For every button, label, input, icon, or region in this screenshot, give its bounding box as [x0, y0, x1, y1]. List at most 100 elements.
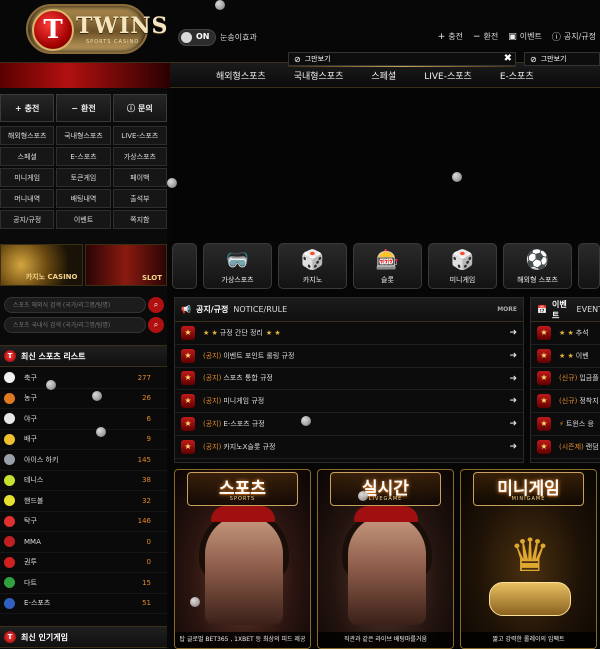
- search-icon[interactable]: ⌕: [148, 297, 164, 313]
- item-text: 카지노X슬롯 규정: [223, 442, 276, 451]
- category-overseas-sports[interactable]: ⚽ 해외형 스포츠: [503, 243, 572, 289]
- nav-item-domestic-sports[interactable]: 국내형스포츠: [294, 69, 344, 82]
- sidebar-banners: 카지노 CASINO SLOT: [0, 244, 167, 286]
- category-minigame[interactable]: 🎲 미니게임: [428, 243, 497, 289]
- menu-item[interactable]: 공지/규정: [0, 210, 55, 229]
- snowflake: [167, 178, 177, 188]
- sport-name: 배구: [24, 435, 37, 444]
- promo-sports[interactable]: 스포츠 SPORTS 탑 글로벌 BET365 , 1XBET 등 최상의 피드…: [174, 469, 311, 649]
- category-slot[interactable]: 🎰 슬롯: [353, 243, 422, 289]
- menu-item[interactable]: 출석부: [112, 189, 167, 208]
- menu-item[interactable]: 해외형스포츠: [0, 126, 55, 145]
- sport-count: 0: [146, 558, 151, 567]
- inquiry-button[interactable]: ⓘ 문의: [112, 94, 167, 122]
- nav-item-overseas-sports[interactable]: 해외형스포츠: [216, 69, 266, 82]
- promo-minigame[interactable]: ♛ 미니게임 MINIGAME 짧고 강력한 롤레이의 임팩트: [460, 469, 597, 649]
- event-item[interactable]: ★ ★ ★ 추석: [531, 322, 600, 345]
- notice-item[interactable]: ★ (공지) 카지노X슬롯 규정 ➜: [175, 436, 523, 459]
- category-item[interactable]: [578, 243, 600, 289]
- event-item[interactable]: ★ (시즌제) 랜덤: [531, 436, 600, 459]
- sport-icon: [4, 536, 15, 548]
- menu-item[interactable]: 스페셜: [0, 147, 55, 166]
- menu-item[interactable]: LIVE-스포츠: [112, 126, 167, 145]
- sport-item[interactable]: MMA 0: [0, 532, 167, 553]
- snow-effect-toggle[interactable]: ON: [178, 29, 216, 46]
- menu-item[interactable]: 이벤트: [56, 210, 111, 229]
- withdraw-button[interactable]: − 환전: [56, 94, 111, 122]
- nav-item-esports[interactable]: E-스포츠: [500, 69, 534, 82]
- item-text: 트윈스 응: [565, 420, 594, 429]
- sport-count: 9: [146, 435, 151, 444]
- snowflake: [92, 391, 102, 401]
- tag: (공지): [203, 420, 222, 429]
- sport-name: 핸드볼: [24, 496, 44, 505]
- event-item[interactable]: ★ ★ ★ 이벤: [531, 345, 600, 368]
- menu-item[interactable]: 머니내역: [0, 189, 55, 208]
- sport-name: 다트: [24, 578, 37, 587]
- sport-item[interactable]: 권투 0: [0, 553, 167, 573]
- sport-name: MMA: [24, 537, 41, 546]
- menu-item[interactable]: 페이백: [112, 168, 167, 187]
- menu-item[interactable]: 토큰게임: [56, 168, 111, 187]
- logo-small-icon: T: [4, 631, 16, 643]
- logo-text: TWINS: [76, 13, 169, 39]
- menu-item[interactable]: 미니게임: [0, 168, 55, 187]
- top-link-deposit[interactable]: + 충전: [438, 30, 463, 43]
- notice-item[interactable]: ★ (공지) E-스포츠 규정 ➜: [175, 413, 523, 436]
- menu-item[interactable]: 배팅내역: [56, 189, 111, 208]
- sport-item[interactable]: 농구 26: [0, 389, 167, 409]
- sport-item[interactable]: 다트 15: [0, 573, 167, 594]
- sport-item[interactable]: 배구 9: [0, 430, 167, 450]
- event-item[interactable]: ★ ⚡ 트윈스 응: [531, 413, 600, 436]
- deposit-button[interactable]: + 충전: [0, 94, 55, 122]
- sport-item[interactable]: 테니스 38: [0, 471, 167, 491]
- search-icon[interactable]: ⌕: [148, 317, 164, 333]
- block-icon: ⊘: [530, 54, 537, 64]
- notice-item[interactable]: ★ (공지) 미니게임 규정 ➜: [175, 390, 523, 414]
- nav-item-special[interactable]: 스페셜: [371, 69, 396, 82]
- popup-dismiss-label[interactable]: 그만보기: [305, 54, 331, 64]
- sport-item[interactable]: 야구 6: [0, 409, 167, 430]
- sport-item[interactable]: 축구 277: [0, 368, 167, 389]
- sport-icon: [4, 454, 15, 466]
- notice-item[interactable]: ★ ★ ★ 규정 간단 정리 ★ ★ ➜: [175, 322, 523, 345]
- top-link-notice[interactable]: ⓘ 공지/규정: [552, 30, 596, 43]
- stars: ★ ★: [265, 328, 281, 337]
- minus-icon: −: [71, 103, 78, 113]
- sport-item[interactable]: 아이스 하키 145: [0, 450, 167, 471]
- top-link-withdraw[interactable]: − 환전: [473, 30, 498, 43]
- sport-item[interactable]: E-스포츠 51: [0, 594, 167, 614]
- notice-badge-icon: ★: [181, 325, 195, 340]
- notice-item[interactable]: ★ (공지) 스포츠 통합 규정 ➜: [175, 368, 523, 391]
- logo[interactable]: T TWINS SPORTS CASINO: [26, 4, 167, 54]
- event-item[interactable]: ★ (신규) 입금플: [531, 368, 600, 391]
- menu-item[interactable]: 국내형스포츠: [56, 126, 111, 145]
- sport-count: 146: [137, 517, 151, 526]
- menu-item[interactable]: 쪽지함: [112, 210, 167, 229]
- menu-item[interactable]: 가상스포츠: [112, 147, 167, 166]
- block-icon: ⊘: [294, 54, 301, 64]
- category-item[interactable]: [172, 243, 197, 289]
- notice-badge-icon: ★: [537, 394, 551, 409]
- sport-item[interactable]: 핸드볼 32: [0, 491, 167, 512]
- notice-badge-icon: ★: [537, 348, 551, 363]
- domestic-search-input[interactable]: [4, 317, 146, 333]
- close-icon[interactable]: ✖: [504, 53, 512, 64]
- slot-banner[interactable]: SLOT: [84, 244, 167, 286]
- casino-banner[interactable]: 카지노 CASINO: [0, 244, 83, 286]
- promo-live[interactable]: 실시간 LIVEGAME 직관과 같은 라이브 베팅마를거움: [317, 469, 454, 649]
- notice-item[interactable]: ★ (공지) 이벤트 포인트 롤링 규정 ➜: [175, 345, 523, 368]
- overseas-search-input[interactable]: [4, 297, 146, 313]
- menu-item[interactable]: E-스포츠: [56, 147, 111, 166]
- sport-item[interactable]: 탁구 146: [0, 512, 167, 532]
- gift-icon: ▣: [508, 31, 517, 42]
- top-link-event[interactable]: ▣ 이벤트: [508, 30, 542, 43]
- nav-item-live-sports[interactable]: LIVE-스포츠: [424, 69, 472, 82]
- popup-dismiss-label[interactable]: 그만보기: [541, 54, 567, 64]
- category-virtual-sports[interactable]: 🥽 가상스포츠: [203, 243, 272, 289]
- more-link[interactable]: MORE: [497, 306, 517, 313]
- info-icon: ⓘ: [551, 33, 561, 43]
- event-item[interactable]: ★ (신규) 정착지: [531, 390, 600, 414]
- category-casino[interactable]: 🎲 카지노: [278, 243, 347, 289]
- promo-caption: 직관과 같은 라이브 베팅마를거움: [318, 632, 453, 648]
